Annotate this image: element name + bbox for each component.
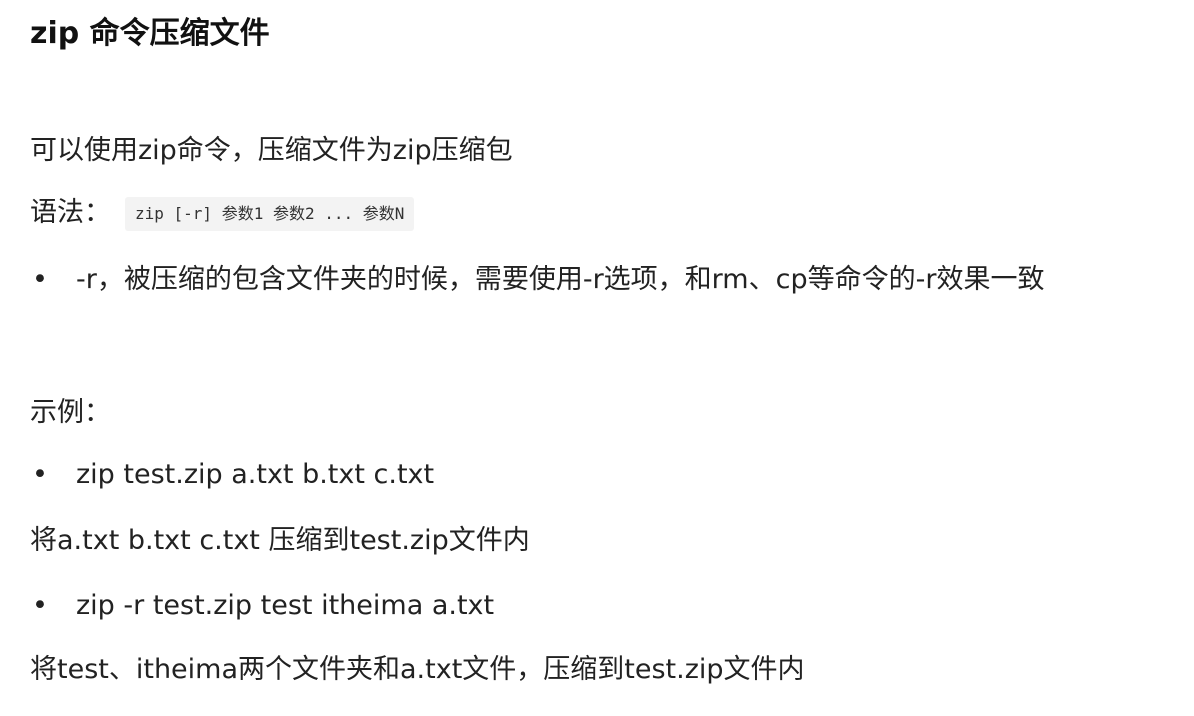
examples-label: 示例：	[30, 397, 111, 428]
option-item: • -r，被压缩的包含文件夹的时候，需要使用-r选项，和rm、cp等命令的-r效果…	[30, 262, 1044, 298]
syntax-code: zip [-r] 参数1 参数2 ... 参数N	[125, 196, 415, 231]
option-text: -r，被压缩的包含文件夹的时候，需要使用-r选项，和rm、cp等命令的-r效果一…	[76, 264, 1045, 295]
example-description: 将a.txt b.txt c.txt 压缩到test.zip文件内	[30, 525, 530, 556]
example-command: zip test.zip a.txt b.txt c.txt	[76, 459, 435, 490]
example-command-item: • zip -r test.zip test itheima a.txt	[30, 588, 494, 624]
syntax-label: 语法：	[30, 197, 111, 228]
bullet-icon: •	[32, 459, 48, 490]
syntax-line: 语法： zip [-r] 参数1 参数2 ... 参数N	[30, 195, 415, 231]
example-description: 将test、itheima两个文件夹和a.txt文件，压缩到test.zip文件…	[30, 654, 805, 685]
example-command-item: • zip test.zip a.txt b.txt c.txt	[30, 457, 434, 493]
bullet-icon: •	[32, 590, 48, 621]
intro-text: 可以使用zip命令，压缩文件为zip压缩包	[30, 135, 513, 166]
bullet-icon: •	[32, 264, 48, 295]
page-title: zip 命令压缩文件	[30, 16, 270, 51]
document-page: zip 命令压缩文件 可以使用zip命令，压缩文件为zip压缩包 语法： zip …	[0, 0, 1194, 716]
example-command: zip -r test.zip test itheima a.txt	[76, 590, 495, 621]
